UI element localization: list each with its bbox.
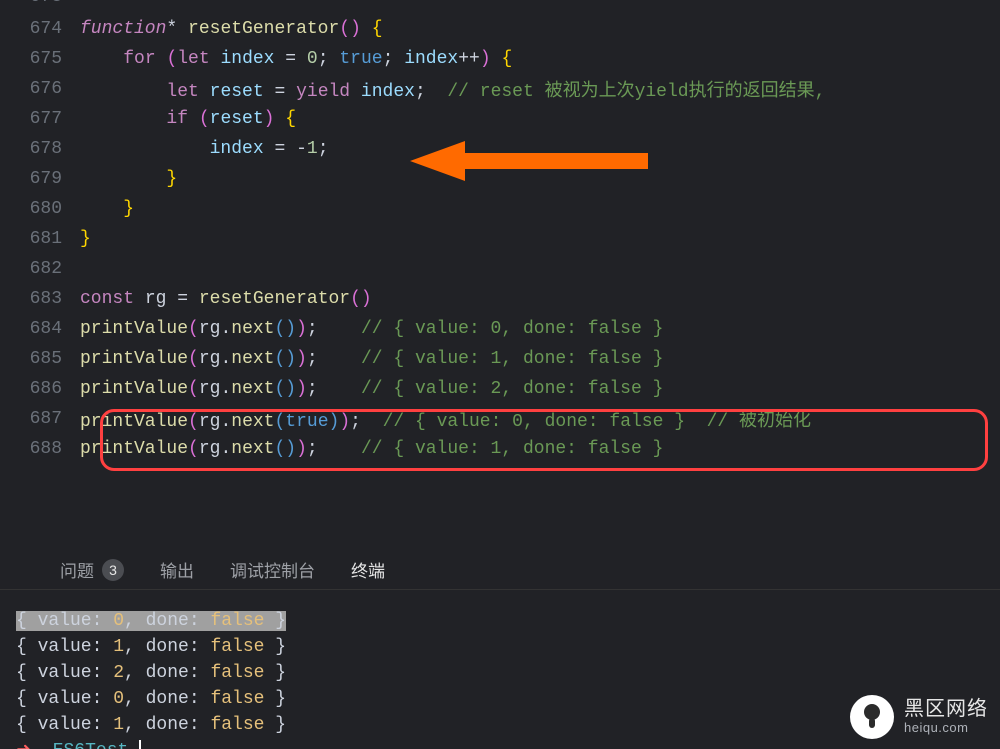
line-number: 675: [0, 49, 80, 69]
tab-debug-console[interactable]: 调试控制台: [230, 557, 315, 582]
watermark-title: 黑区网络: [904, 698, 988, 721]
code-line[interactable]: 684printValue(rg.next()); // { value: 0,…: [0, 314, 1000, 344]
line-number: 687: [0, 409, 80, 429]
code-content[interactable]: }: [80, 229, 1000, 249]
tab-output-label: 输出: [160, 557, 194, 582]
code-content[interactable]: printValue(rg.next()); // { value: 2, do…: [80, 379, 1000, 399]
terminal-line: { value: 1, done: false }: [16, 634, 1000, 660]
code-content[interactable]: printValue(rg.next(true)); // { value: 0…: [80, 406, 1000, 432]
code-line[interactable]: 687printValue(rg.next(true)); // { value…: [0, 404, 1000, 434]
code-content[interactable]: printValue(rg.next()); // { value: 1, do…: [80, 349, 1000, 369]
line-number: 683: [0, 289, 80, 309]
code-line[interactable]: 680 }: [0, 194, 1000, 224]
problems-count-badge: 3: [102, 559, 124, 581]
code-content[interactable]: if (reset) {: [80, 109, 1000, 129]
terminal-prompt[interactable]: ➜ ES6Test: [16, 738, 1000, 749]
tab-debug-console-label: 调试控制台: [230, 557, 315, 582]
code-line[interactable]: 674function* resetGenerator() {: [0, 14, 1000, 44]
code-line[interactable]: 675 for (let index = 0; true; index++) {: [0, 44, 1000, 74]
line-number: 677: [0, 109, 80, 129]
code-content[interactable]: function* resetGenerator() {: [80, 19, 1000, 39]
code-line[interactable]: 676 let reset = yield index; // reset 被视…: [0, 74, 1000, 104]
line-number: 685: [0, 349, 80, 369]
code-content[interactable]: printValue(rg.next()); // { value: 1, do…: [80, 439, 1000, 459]
line-number: 681: [0, 229, 80, 249]
line-number: 684: [0, 319, 80, 339]
line-number: 676: [0, 79, 80, 99]
code-content[interactable]: }: [80, 199, 1000, 219]
code-line[interactable]: 688printValue(rg.next()); // { value: 1,…: [0, 434, 1000, 464]
tab-terminal[interactable]: 终端: [351, 557, 385, 582]
line-number: 688: [0, 439, 80, 459]
tab-terminal-label: 终端: [351, 557, 385, 582]
panel-tabs: 问题 3 输出 调试控制台 终端: [0, 550, 1000, 590]
line-number: 674: [0, 19, 80, 39]
code-line[interactable]: 683const rg = resetGenerator(): [0, 284, 1000, 314]
code-line[interactable]: 678 index = -1;: [0, 134, 1000, 164]
watermark-subtitle: heiqu.com: [904, 721, 968, 736]
line-number: 679: [0, 169, 80, 189]
code-content[interactable]: }: [80, 169, 1000, 189]
line-number: 682: [0, 259, 80, 279]
line-number: 686: [0, 379, 80, 399]
code-line[interactable]: 679 }: [0, 164, 1000, 194]
watermark-logo-icon: [850, 695, 894, 739]
terminal-line: { value: 2, done: false }: [16, 660, 1000, 686]
code-content[interactable]: for (let index = 0; true; index++) {: [80, 49, 1000, 69]
line-number: 678: [0, 139, 80, 159]
code-editor[interactable]: 673674function* resetGenerator() {675 fo…: [0, 0, 1000, 540]
terminal-line: { value: 0, done: false }: [16, 608, 1000, 634]
tab-problems-label: 问题: [60, 557, 94, 582]
code-line[interactable]: 677 if (reset) {: [0, 104, 1000, 134]
watermark: 黑区网络 heiqu.com: [850, 695, 988, 739]
code-line[interactable]: 673: [0, 0, 1000, 14]
code-content[interactable]: index = -1;: [80, 139, 1000, 159]
code-content[interactable]: printValue(rg.next()); // { value: 0, do…: [80, 319, 1000, 339]
code-line[interactable]: 686printValue(rg.next()); // { value: 2,…: [0, 374, 1000, 404]
code-content[interactable]: let reset = yield index; // reset 被视为上次y…: [80, 76, 1000, 102]
code-line[interactable]: 685printValue(rg.next()); // { value: 1,…: [0, 344, 1000, 374]
code-line[interactable]: 681}: [0, 224, 1000, 254]
line-number: 673: [0, 0, 80, 7]
tab-output[interactable]: 输出: [160, 557, 194, 582]
tab-problems[interactable]: 问题 3: [60, 557, 124, 582]
line-number: 680: [0, 199, 80, 219]
code-line[interactable]: 682: [0, 254, 1000, 284]
code-content[interactable]: const rg = resetGenerator(): [80, 289, 1000, 309]
